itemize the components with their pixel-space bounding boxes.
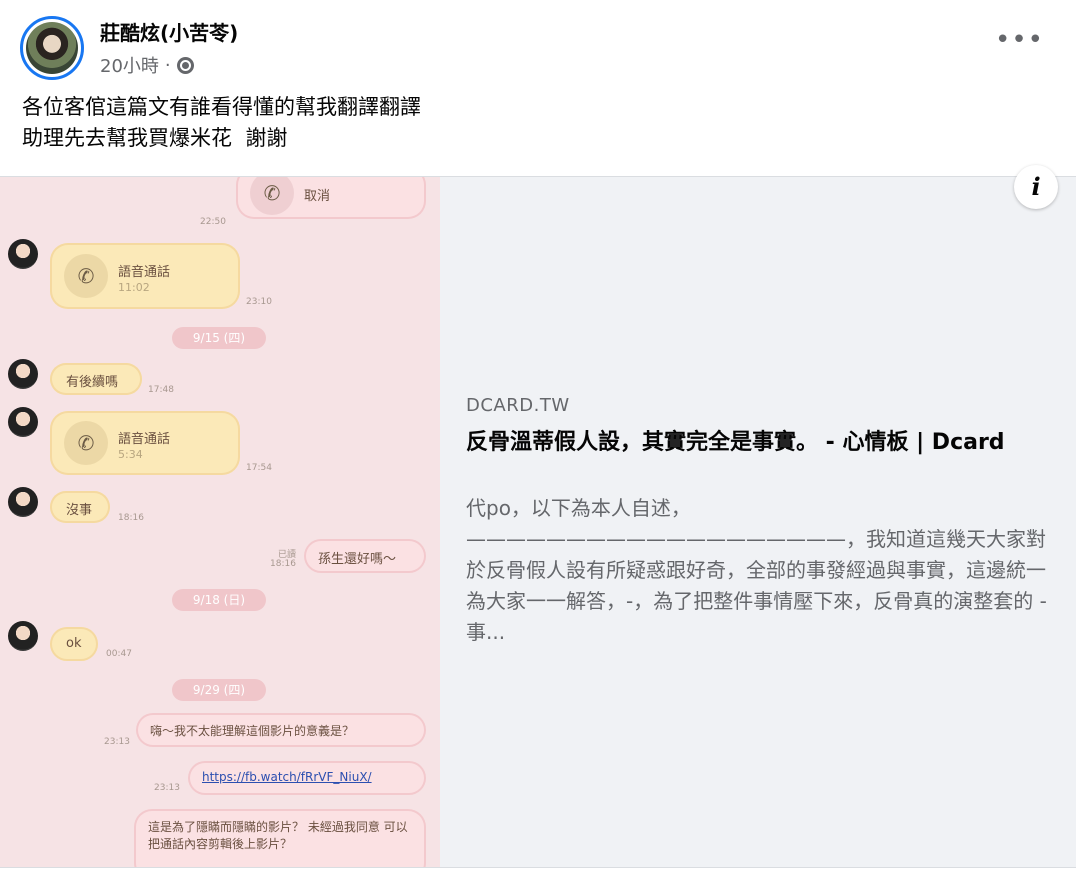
call-bubble: ✆ 語音通話 5:34 [50, 411, 240, 475]
chat-bubble: 孫生還好嗎～ [304, 539, 426, 573]
chat-bubble: https://fb.watch/fRrVF_NiuX/ [188, 761, 426, 795]
post-text: 各位客倌這篇文有誰看得懂的幫我翻譯翻譯 助理先去幫我買爆米花 謝謝 [22, 92, 421, 154]
chat-avatar [8, 487, 38, 517]
chat-text: 嗨～我不太能理解這個影片的意義是？ [150, 724, 355, 738]
chat-text: ok [66, 636, 82, 651]
chat-time: 22:50 [200, 217, 226, 227]
chat-text: 孫生還好嗎～ [318, 552, 397, 567]
link-description: 代po，以下為本人自述，———————————————————，我知道這幾天大家… [466, 496, 1047, 644]
chat-time: 00:47 [106, 649, 132, 659]
author-avatar[interactable] [20, 16, 84, 80]
link-attachment[interactable]: ✆ 取消 22:50 ✆ 語音通話 11:02 23:10 9/15 (四) 有… [0, 165, 1076, 868]
more-options-icon[interactable]: ••• [995, 27, 1044, 53]
chat-time: 23:10 [246, 297, 272, 307]
cancel-bubble: ✆ 取消 [236, 177, 426, 219]
chat-avatar [8, 621, 38, 651]
chat-text: 語音通話 [118, 265, 171, 280]
info-icon[interactable]: i [1014, 165, 1058, 209]
chat-time: 23:13 [104, 737, 130, 747]
chat-bubble: 有後續嗎 [50, 363, 142, 395]
link-title[interactable]: 反骨溫蒂假人設，其實完全是事實。 - 心情板 | Dcard [466, 426, 1046, 459]
chat-avatar [8, 239, 38, 269]
chat-time: 18:16 [270, 559, 296, 569]
chat-text: 取消 [304, 189, 331, 204]
phone-icon: ✆ [64, 421, 108, 465]
chat-text: 語音通話 [118, 432, 171, 447]
avatar-image [26, 22, 78, 74]
chat-time: 23:13 [154, 783, 180, 793]
chat-avatar [8, 359, 38, 389]
chat-time: 17:54 [246, 463, 272, 473]
link-preview[interactable]: i DCARD.TW 反骨溫蒂假人設，其實完全是事實。 - 心情板 | Dcar… [440, 165, 1076, 867]
author-name[interactable]: 莊酷炫(小苦苓) [100, 17, 238, 46]
post-text-line: 助理先去幫我買爆米花 謝謝 [22, 126, 288, 150]
chat-duration: 5:34 [118, 448, 143, 461]
chat-text: 沒事 [66, 503, 93, 518]
chat-bubble: ok [50, 627, 98, 661]
post-timestamp[interactable]: 20小時 [100, 52, 159, 78]
chat-text: 這是為了隱瞞而隱瞞的影片？ 未經過我同意 可以把通話內容剪輯後上影片？ [148, 820, 408, 851]
call-bubble: ✆ 語音通話 11:02 [50, 243, 240, 309]
preview-image[interactable]: ✆ 取消 22:50 ✆ 語音通話 11:02 23:10 9/15 (四) 有… [0, 177, 440, 867]
chat-bubble: 這是為了隱瞞而隱瞞的影片？ 未經過我同意 可以把通話內容剪輯後上影片？ [134, 809, 426, 867]
chat-bubble: 沒事 [50, 491, 110, 523]
post-text-line: 各位客倌這篇文有誰看得懂的幫我翻譯翻譯 [22, 95, 421, 119]
phone-icon: ✆ [250, 177, 294, 215]
chat-avatar [8, 407, 38, 437]
chat-duration: 11:02 [118, 281, 150, 294]
chat-bubble: 嗨～我不太能理解這個影片的意義是？ [136, 713, 426, 747]
date-divider: 9/15 (四) [172, 327, 266, 349]
chat-time: 17:48 [148, 385, 174, 395]
chat-time: 18:16 [118, 513, 144, 523]
date-divider: 9/18 (日) [172, 589, 266, 611]
phone-icon: ✆ [64, 254, 108, 298]
date-divider: 9/29 (四) [172, 679, 266, 701]
post-meta: 20小時 · [100, 52, 194, 78]
meta-separator: · [164, 54, 171, 76]
globe-icon[interactable] [176, 56, 194, 74]
chat-link: https://fb.watch/fRrVF_NiuX/ [202, 770, 372, 784]
chat-text: 有後續嗎 [66, 375, 119, 390]
link-domain: DCARD.TW [466, 395, 570, 416]
